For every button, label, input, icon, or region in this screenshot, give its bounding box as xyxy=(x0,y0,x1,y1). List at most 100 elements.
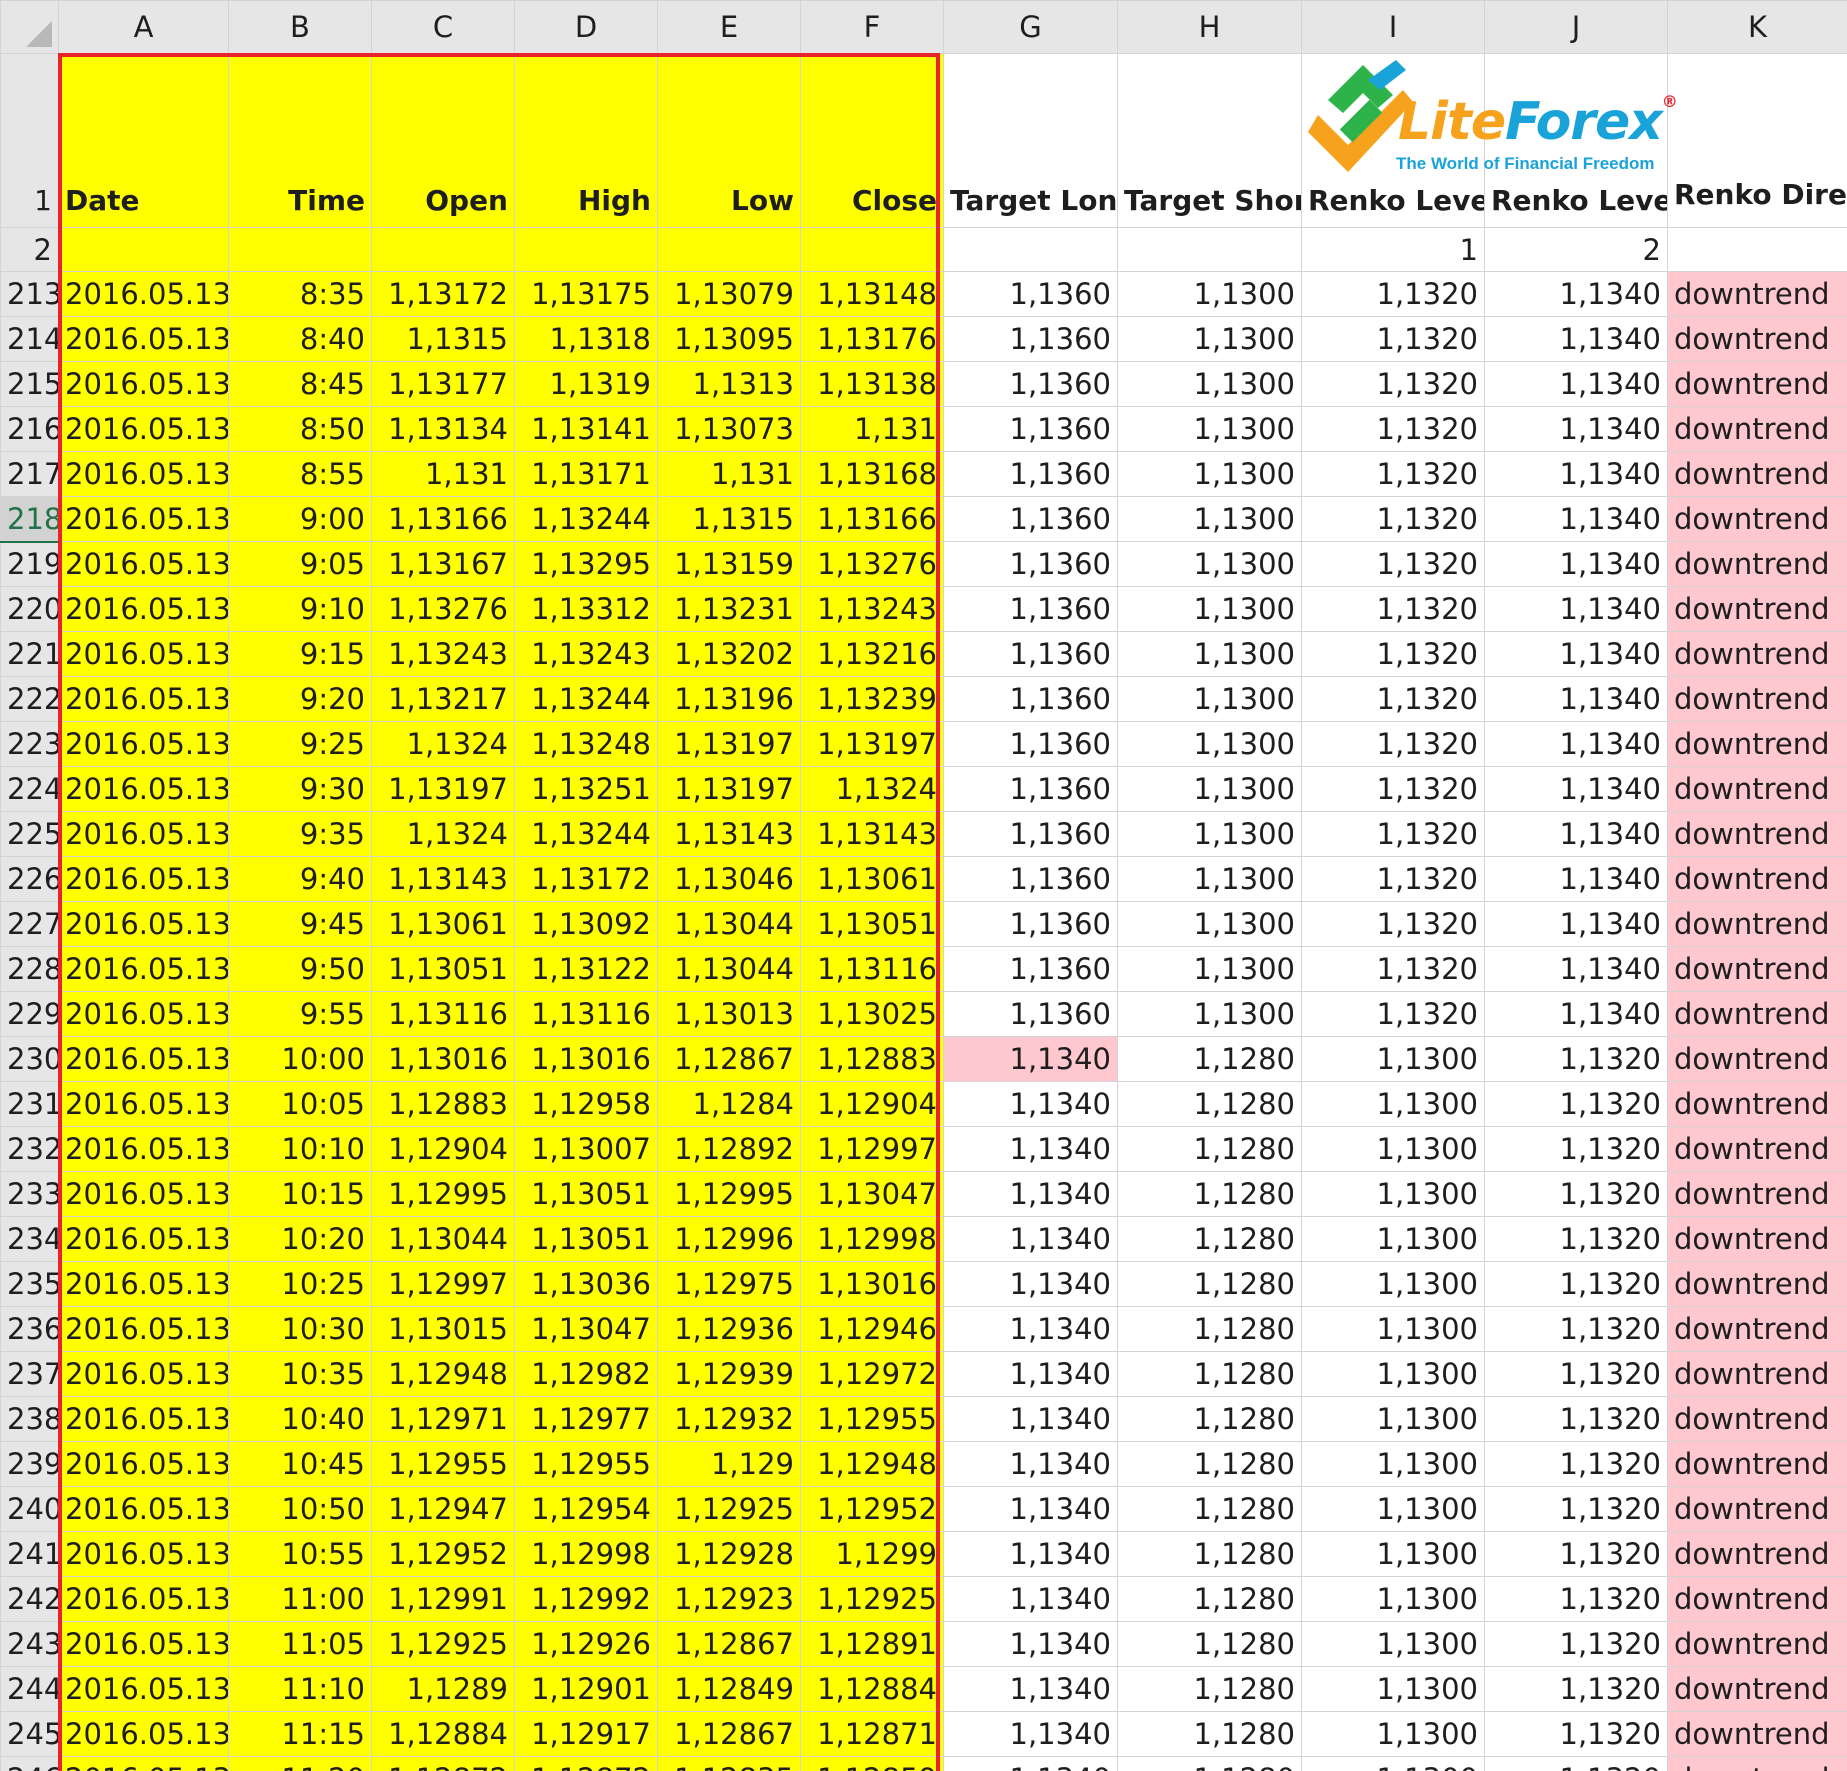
high-cell[interactable]: 1,13244 xyxy=(514,676,658,722)
open-cell[interactable]: 1,12883 xyxy=(371,1081,515,1127)
date-cell[interactable]: 2016.05.13 xyxy=(58,1531,229,1577)
row-header[interactable]: 226 xyxy=(0,856,59,902)
target-long-cell[interactable]: 1,1340 xyxy=(943,1621,1118,1667)
target-long-cell[interactable]: 1,1360 xyxy=(943,316,1118,362)
target-long-cell[interactable]: 1,1340 xyxy=(943,1531,1118,1577)
close-cell[interactable]: 1,12884 xyxy=(800,1666,944,1712)
renko-direction-cell[interactable]: downtrend xyxy=(1667,811,1847,857)
time-cell[interactable]: 11:20 xyxy=(228,1756,372,1771)
low-cell[interactable]: 1,13044 xyxy=(657,901,801,947)
date-cell[interactable]: 2016.05.13 xyxy=(58,721,229,767)
target-long-cell[interactable]: 1,1360 xyxy=(943,361,1118,407)
target-long-cell[interactable]: 1,1360 xyxy=(943,901,1118,947)
renko-direction-cell[interactable]: downtrend xyxy=(1667,766,1847,812)
date-cell[interactable]: 2016.05.13 xyxy=(58,1216,229,1262)
open-cell[interactable]: 1,12991 xyxy=(371,1576,515,1622)
column-header-e[interactable]: E xyxy=(657,0,801,54)
renko-level-1-cell[interactable]: 1,1300 xyxy=(1301,1486,1485,1532)
renko-level-2-cell[interactable]: 1,1320 xyxy=(1484,1441,1668,1487)
low-cell[interactable]: 1,1313 xyxy=(657,361,801,407)
high-cell[interactable]: 1,13051 xyxy=(514,1171,658,1217)
time-cell[interactable]: 11:15 xyxy=(228,1711,372,1757)
low-cell[interactable]: 1,12928 xyxy=(657,1531,801,1577)
header-cell-date[interactable]: Date xyxy=(58,53,229,228)
renko-direction-cell[interactable]: downtrend xyxy=(1667,406,1847,452)
high-cell[interactable]: 1,12955 xyxy=(514,1441,658,1487)
time-cell[interactable]: 10:20 xyxy=(228,1216,372,1262)
high-cell[interactable]: 1,12954 xyxy=(514,1486,658,1532)
time-cell[interactable]: 10:25 xyxy=(228,1261,372,1307)
renko-level-1-cell[interactable]: 1,1320 xyxy=(1301,316,1485,362)
row-header[interactable]: 233 xyxy=(0,1171,59,1217)
time-cell[interactable]: 11:00 xyxy=(228,1576,372,1622)
renko-level-2-cell[interactable]: 1,1320 xyxy=(1484,1576,1668,1622)
row-header[interactable]: 2 xyxy=(0,227,59,272)
target-long-cell[interactable]: 1,1340 xyxy=(943,1261,1118,1307)
header-cell-target-short[interactable]: Target Short xyxy=(1117,53,1302,228)
row-header[interactable]: 230 xyxy=(0,1036,59,1082)
close-cell[interactable]: 1,12925 xyxy=(800,1576,944,1622)
column-header-f[interactable]: F xyxy=(800,0,944,54)
open-cell[interactable]: 1,12947 xyxy=(371,1486,515,1532)
renko-level-1-cell[interactable]: 1,1300 xyxy=(1301,1306,1485,1352)
low-cell[interactable]: 1,13046 xyxy=(657,856,801,902)
target-long-cell[interactable]: 1,1360 xyxy=(943,946,1118,992)
date-cell[interactable]: 2016.05.13 xyxy=(58,1306,229,1352)
renko-direction-cell[interactable]: downtrend xyxy=(1667,1531,1847,1577)
row-header[interactable]: 216 xyxy=(0,406,59,452)
target-long-cell[interactable]: 1,1360 xyxy=(943,721,1118,767)
date-cell[interactable]: 2016.05.13 xyxy=(58,1666,229,1712)
cell[interactable] xyxy=(943,227,1118,272)
target-short-cell[interactable]: 1,1280 xyxy=(1117,1621,1302,1667)
close-cell[interactable]: 1,13047 xyxy=(800,1171,944,1217)
high-cell[interactable]: 1,13116 xyxy=(514,991,658,1037)
date-cell[interactable]: 2016.05.13 xyxy=(58,1576,229,1622)
low-cell[interactable]: 1,13197 xyxy=(657,721,801,767)
low-cell[interactable]: 1,1315 xyxy=(657,496,801,542)
high-cell[interactable]: 1,13172 xyxy=(514,856,658,902)
row-header[interactable]: 231 xyxy=(0,1081,59,1127)
date-cell[interactable]: 2016.05.13 xyxy=(58,1396,229,1442)
low-cell[interactable]: 1,13044 xyxy=(657,946,801,992)
target-long-cell[interactable]: 1,1340 xyxy=(943,1351,1118,1397)
header-cell-low[interactable]: Low xyxy=(657,53,801,228)
date-cell[interactable]: 2016.05.13 xyxy=(58,1351,229,1397)
time-cell[interactable]: 9:20 xyxy=(228,676,372,722)
date-cell[interactable]: 2016.05.13 xyxy=(58,1171,229,1217)
renko-level-2-cell[interactable]: 1,1320 xyxy=(1484,1756,1668,1771)
renko-level-2-cell[interactable]: 1,1340 xyxy=(1484,541,1668,587)
renko-level-1-cell[interactable]: 1,1320 xyxy=(1301,451,1485,497)
close-cell[interactable]: 1,13051 xyxy=(800,901,944,947)
high-cell[interactable]: 1,1318 xyxy=(514,316,658,362)
date-cell[interactable]: 2016.05.13 xyxy=(58,901,229,947)
renko-level-2-cell[interactable]: 1,1320 xyxy=(1484,1621,1668,1667)
header-cell-target-long[interactable]: Target Long xyxy=(943,53,1118,228)
header-cell-time[interactable]: Time xyxy=(228,53,372,228)
date-cell[interactable]: 2016.05.13 xyxy=(58,361,229,407)
time-cell[interactable]: 9:35 xyxy=(228,811,372,857)
renko-level-1-cell[interactable]: 1,1320 xyxy=(1301,271,1485,317)
high-cell[interactable]: 1,13016 xyxy=(514,1036,658,1082)
target-short-cell[interactable]: 1,1280 xyxy=(1117,1261,1302,1307)
renko-level-index-2[interactable]: 2 xyxy=(1484,227,1668,272)
date-cell[interactable]: 2016.05.13 xyxy=(58,406,229,452)
renko-level-2-cell[interactable]: 1,1340 xyxy=(1484,316,1668,362)
open-cell[interactable]: 1,12971 xyxy=(371,1396,515,1442)
target-short-cell[interactable]: 1,1280 xyxy=(1117,1711,1302,1757)
renko-direction-cell[interactable]: downtrend xyxy=(1667,1261,1847,1307)
close-cell[interactable]: 1,12904 xyxy=(800,1081,944,1127)
time-cell[interactable]: 8:45 xyxy=(228,361,372,407)
renko-level-2-cell[interactable]: 1,1340 xyxy=(1484,721,1668,767)
target-long-cell[interactable]: 1,1360 xyxy=(943,541,1118,587)
header-cell-open[interactable]: Open xyxy=(371,53,515,228)
close-cell[interactable]: 1,13138 xyxy=(800,361,944,407)
target-short-cell[interactable]: 1,1300 xyxy=(1117,361,1302,407)
close-cell[interactable]: 1,13239 xyxy=(800,676,944,722)
low-cell[interactable]: 1,12867 xyxy=(657,1036,801,1082)
open-cell[interactable]: 1,13167 xyxy=(371,541,515,587)
row-header[interactable]: 232 xyxy=(0,1126,59,1172)
low-cell[interactable]: 1,12835 xyxy=(657,1756,801,1771)
renko-level-1-cell[interactable]: 1,1320 xyxy=(1301,361,1485,407)
target-short-cell[interactable]: 1,1300 xyxy=(1117,811,1302,857)
low-cell[interactable]: 1,12849 xyxy=(657,1666,801,1712)
